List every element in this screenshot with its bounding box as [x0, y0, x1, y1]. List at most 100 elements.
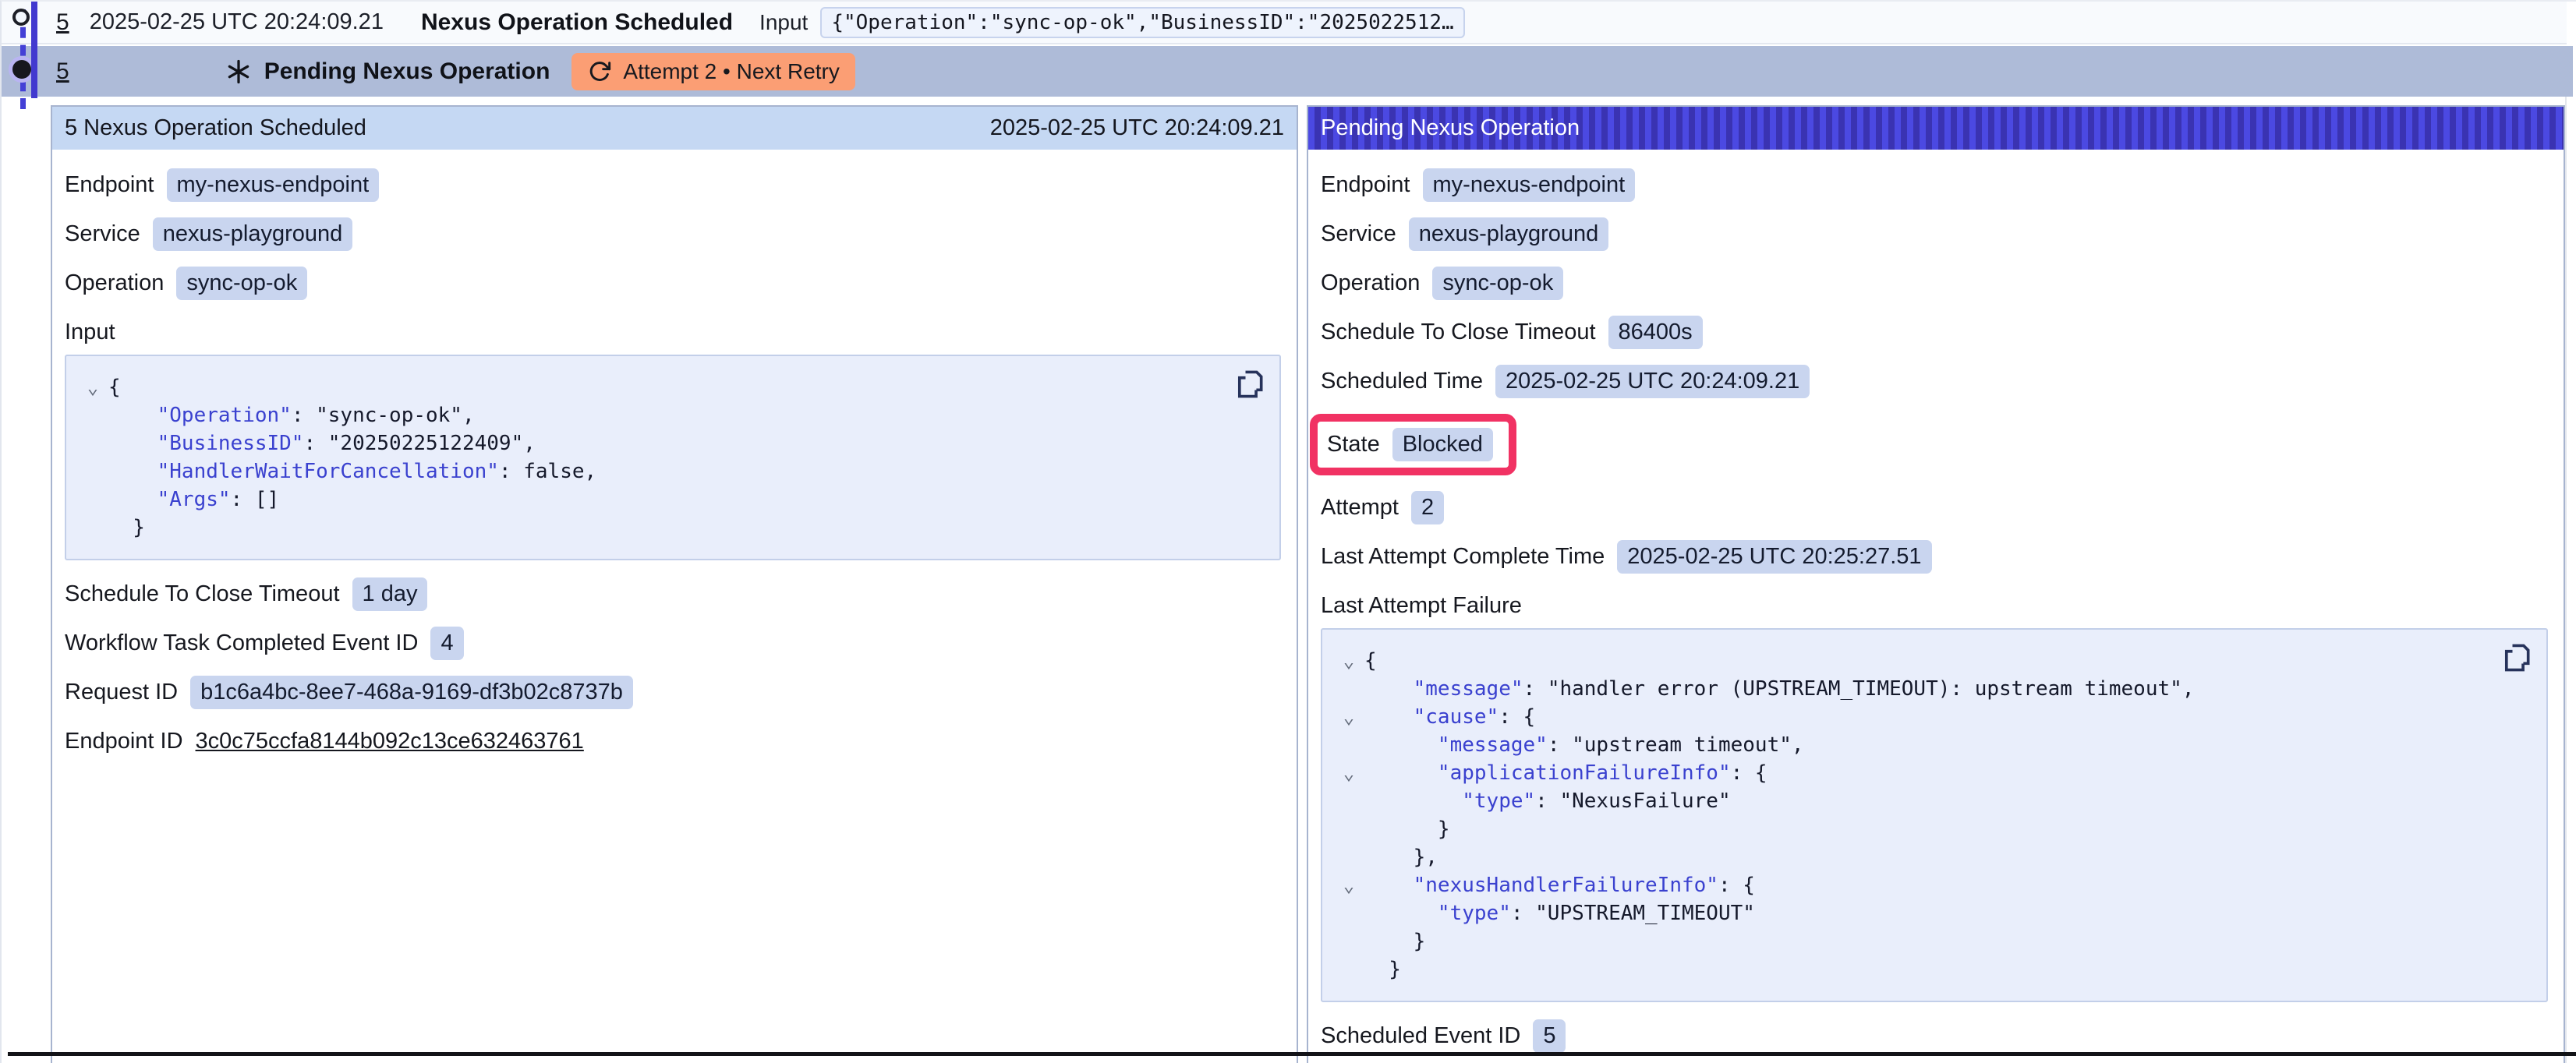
event-detail-area: 5 Nexus Operation Scheduled 2025-02-25 U… [2, 97, 2576, 1063]
code-text: } [108, 514, 145, 542]
event-title: Nexus Operation Scheduled [421, 9, 733, 36]
input-label: Input [759, 10, 808, 35]
field-value-chip: my-nexus-endpoint [167, 168, 380, 202]
input-preview-chip: {"Operation":"sync-op-ok","BusinessID":"… [820, 7, 1464, 38]
field-label: Input [65, 320, 115, 345]
field-row-endpoint: Endpoint my-nexus-endpoint [65, 168, 1281, 202]
selected-event-indicator-bar [31, 2, 37, 98]
code-gutter [77, 514, 108, 542]
collapse-chevron-icon[interactable]: ⌄ [77, 373, 108, 401]
field-label: Workflow Task Completed Event ID [65, 630, 418, 656]
code-text: "message": "upstream timeout", [1364, 731, 1804, 759]
field-row-schedule-to-close: Schedule To Close Timeout 86400s [1321, 316, 2548, 349]
code-text: { [1364, 647, 1377, 675]
code-text: "type": "NexusFailure" [1364, 787, 1731, 815]
field-value-chip: 5 [1533, 1019, 1566, 1053]
code-line: "Args": [] [77, 486, 1261, 514]
code-line: ⌄ "applicationFailureInfo": { [1333, 759, 2528, 787]
endpoint-id-link[interactable]: 3c0c75ccfa8144b092c13ce632463761 [196, 729, 584, 754]
event-id-link[interactable]: 5 [56, 9, 69, 36]
field-label: Schedule To Close Timeout [1321, 320, 1596, 345]
field-row-endpoint-id: Endpoint ID 3c0c75ccfa8144b092c13ce63246… [65, 725, 1281, 758]
field-label: Service [1321, 221, 1396, 247]
code-gutter [1333, 899, 1364, 927]
field-label: State [1327, 432, 1380, 457]
code-gutter [77, 401, 108, 429]
field-row-scheduled-time: Scheduled Time 2025-02-25 UTC 20:24:09.2… [1321, 365, 2548, 398]
field-row-scheduled-event-id: Scheduled Event ID 5 [1321, 1019, 2548, 1053]
retry-icon [587, 59, 612, 84]
state-annotation-highlight: State Blocked [1310, 414, 1516, 475]
panel-header-time: 2025-02-25 UTC 20:24:09.21 [990, 115, 1284, 141]
field-value-chip: 86400s [1608, 316, 1703, 349]
attempt-retry-badge: Attempt 2 • Next Retry [571, 53, 855, 90]
pending-nexus-operation-panel: Pending Nexus Operation Endpoint my-nexu… [1307, 105, 2565, 1063]
code-gutter [1333, 843, 1364, 871]
code-text: "Operation": "sync-op-ok", [108, 401, 475, 429]
field-value-chip: sync-op-ok [176, 267, 307, 300]
code-text: "applicationFailureInfo": { [1364, 759, 1767, 787]
field-row-service: Service nexus-playground [65, 217, 1281, 251]
history-row-nexus-operation-scheduled[interactable]: 5 2025-02-25 UTC 20:24:09.21 Nexus Opera… [2, 2, 2567, 44]
code-gutter [1333, 787, 1364, 815]
field-row-last-attempt-failure-label: Last Attempt Failure [1321, 589, 2548, 622]
event-id-link[interactable]: 5 [56, 58, 69, 85]
code-line: "HandlerWaitForCancellation": false, [77, 457, 1261, 486]
code-gutter [1333, 675, 1364, 703]
collapse-chevron-icon[interactable]: ⌄ [1333, 871, 1364, 899]
copy-icon[interactable] [1233, 367, 1267, 404]
code-text: "nexusHandlerFailureInfo": { [1364, 871, 1755, 899]
field-value-chip: my-nexus-endpoint [1423, 168, 1636, 202]
code-gutter [77, 457, 108, 486]
field-row-schedule-to-close: Schedule To Close Timeout 1 day [65, 577, 1281, 611]
code-line: "message": "upstream timeout", [1333, 731, 2528, 759]
code-text: "BusinessID": "20250225122409", [108, 429, 536, 457]
code-line: "type": "NexusFailure" [1333, 787, 2528, 815]
right-gutter-divider [2565, 97, 2567, 1063]
collapse-chevron-icon[interactable]: ⌄ [1333, 703, 1364, 731]
field-value-chip: nexus-playground [153, 217, 353, 251]
input-json-viewer: ⌄{ "Operation": "sync-op-ok", "BusinessI… [65, 355, 1281, 560]
code-line: "Operation": "sync-op-ok", [77, 401, 1261, 429]
history-row-pending-nexus-operation[interactable]: 5 Pending Nexus Operation Attempt 2 • Ne… [2, 46, 2573, 97]
code-text: "HandlerWaitForCancellation": false, [108, 457, 596, 486]
code-line: } [77, 514, 1261, 542]
code-gutter [1333, 955, 1364, 984]
field-row-attempt: Attempt 2 [1321, 491, 2548, 524]
field-value-chip: 1 day [352, 577, 428, 611]
code-text: "Args": [] [108, 486, 279, 514]
field-row-last-attempt-complete-time: Last Attempt Complete Time 2025-02-25 UT… [1321, 540, 2548, 574]
field-row-endpoint: Endpoint my-nexus-endpoint [1321, 168, 2548, 202]
code-line: } [1333, 815, 2528, 843]
field-label: Endpoint ID [65, 729, 183, 754]
field-row-input-label: Input [65, 316, 1281, 348]
field-label: Endpoint [1321, 172, 1410, 198]
field-value-chip: sync-op-ok [1432, 267, 1563, 300]
code-line: ⌄{ [77, 373, 1261, 401]
event-marker-open-circle-icon [12, 9, 30, 26]
panel-header-title: Pending Nexus Operation [1321, 115, 1580, 141]
code-text: }, [1364, 843, 1438, 871]
code-line: ⌄ "cause": { [1333, 703, 2528, 731]
code-text: } [1364, 955, 1401, 984]
scheduled-event-panel: 5 Nexus Operation Scheduled 2025-02-25 U… [51, 105, 1298, 1063]
field-row-wft-completed-event-id: Workflow Task Completed Event ID 4 [65, 627, 1281, 660]
field-row-request-id: Request ID b1c6a4bc-8ee7-468a-9169-df3b0… [65, 676, 1281, 709]
field-value-chip: 2025-02-25 UTC 20:24:09.21 [1495, 365, 1810, 398]
screenshot-bottom-edge [8, 1052, 2576, 1056]
collapse-chevron-icon[interactable]: ⌄ [1333, 759, 1364, 787]
code-line: ⌄{ [1333, 647, 2528, 675]
pending-asterisk-icon [225, 58, 252, 85]
copy-icon[interactable] [2500, 641, 2534, 677]
code-gutter [1333, 815, 1364, 843]
field-label: Last Attempt Complete Time [1321, 544, 1605, 570]
code-text: "type": "UPSTREAM_TIMEOUT" [1364, 899, 1755, 927]
event-marker-filled-circle-icon [12, 60, 31, 79]
code-text: { [108, 373, 121, 401]
collapse-chevron-icon[interactable]: ⌄ [1333, 647, 1364, 675]
code-gutter [77, 429, 108, 457]
field-label: Scheduled Event ID [1321, 1023, 1520, 1049]
field-value-chip: 2025-02-25 UTC 20:25:27.51 [1617, 540, 1931, 574]
code-line: "BusinessID": "20250225122409", [77, 429, 1261, 457]
field-value-chip: nexus-playground [1409, 217, 1609, 251]
